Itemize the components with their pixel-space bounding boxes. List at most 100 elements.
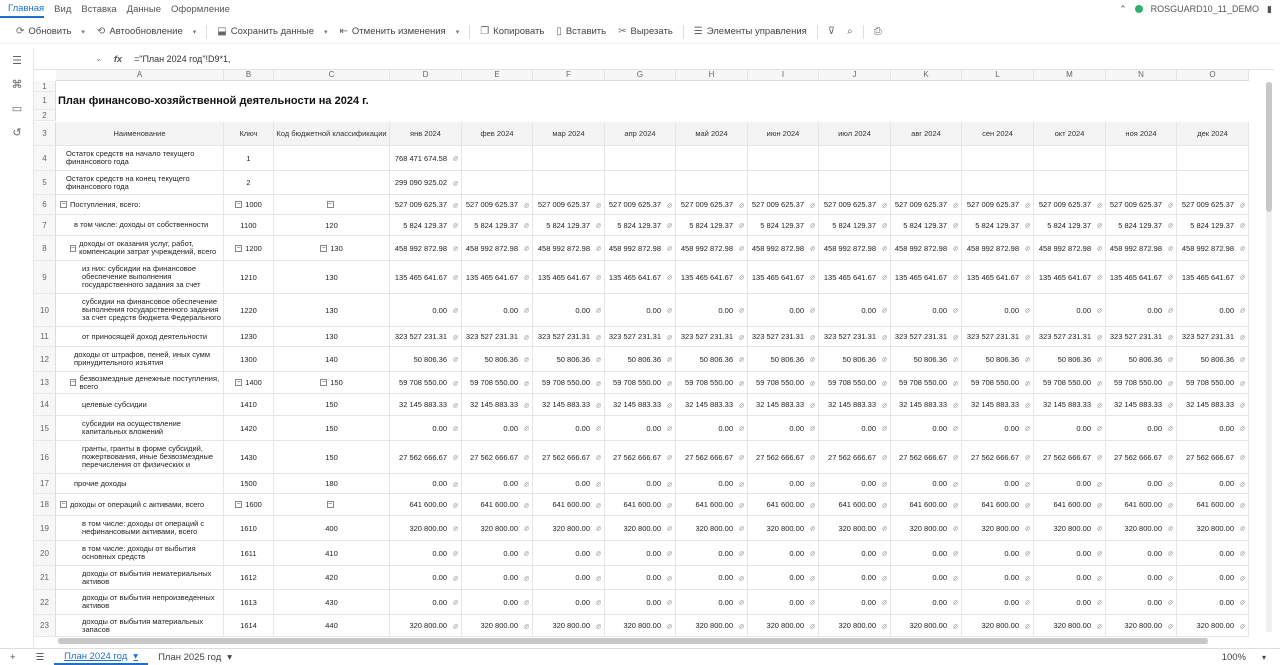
collapse-toggle-icon[interactable]: − (70, 379, 77, 386)
attachment-icon[interactable]: ⌀ (1097, 200, 1102, 209)
attachment-icon[interactable]: ⌀ (453, 549, 458, 558)
value-cell[interactable]: 641 600.00 ⌀ (462, 494, 533, 516)
value-cell[interactable]: 641 600.00 ⌀ (962, 494, 1034, 516)
value-cell[interactable]: 0.00 ⌀ (676, 566, 748, 590)
attachment-icon[interactable]: ⌀ (1240, 400, 1245, 409)
value-cell[interactable]: 5 824 129.37 ⌀ (676, 215, 748, 236)
attachment-icon[interactable]: ⌀ (1240, 573, 1245, 582)
value-cell[interactable]: 0.00 ⌀ (891, 474, 962, 494)
value-cell[interactable]: 320 800.00 ⌀ (962, 516, 1034, 541)
value-cell[interactable]: 135 465 641.67 ⌀ (676, 261, 748, 294)
value-cell[interactable]: 5 824 129.37 ⌀ (1106, 215, 1177, 236)
row-header[interactable]: 6 (34, 195, 56, 215)
value-cell[interactable]: 320 800.00 ⌀ (748, 615, 819, 637)
copy-button[interactable]: ❐ Копировать (474, 22, 550, 42)
attachment-icon[interactable]: ⌀ (953, 524, 958, 533)
attachment-icon[interactable]: ⌀ (810, 244, 815, 253)
row-header[interactable]: 9 (34, 261, 56, 294)
row-header[interactable]: 7 (34, 215, 56, 236)
attachment-icon[interactable]: ⌀ (1168, 332, 1173, 341)
value-cell[interactable]: 0.00 ⌀ (605, 566, 676, 590)
attachment-icon[interactable]: ⌀ (1168, 221, 1173, 230)
value-cell[interactable]: 527 009 625.37 ⌀ (533, 195, 605, 215)
value-cell[interactable]: 135 465 641.67 ⌀ (1177, 261, 1249, 294)
attachment-icon[interactable]: ⌀ (453, 479, 458, 488)
value-cell[interactable]: 0.00 ⌀ (462, 474, 533, 494)
attachment-icon[interactable]: ⌀ (1240, 549, 1245, 558)
value-cell[interactable]: 641 600.00 ⌀ (1177, 494, 1249, 516)
attachment-icon[interactable]: ⌀ (1097, 400, 1102, 409)
attachment-icon[interactable]: ⌀ (810, 424, 815, 433)
attachment-icon[interactable]: ⌀ (524, 221, 529, 230)
row-header[interactable]: 11 (34, 327, 56, 347)
column-header[interactable]: A (56, 70, 224, 81)
value-cell[interactable]: 0.00 ⌀ (676, 416, 748, 441)
attachment-icon[interactable]: ⌀ (596, 549, 601, 558)
value-cell[interactable]: 50 806.36 ⌀ (819, 347, 891, 372)
value-cell[interactable]: 323 527 231.31 ⌀ (1034, 327, 1106, 347)
value-cell[interactable]: 323 527 231.31 ⌀ (462, 327, 533, 347)
attachment-icon[interactable]: ⌀ (1097, 479, 1102, 488)
value-cell[interactable]: 0.00 ⌀ (891, 566, 962, 590)
attachment-icon[interactable]: ⌀ (524, 355, 529, 364)
value-cell[interactable]: 0.00 ⌀ (1034, 474, 1106, 494)
attachment-icon[interactable]: ⌀ (953, 479, 958, 488)
attachment-icon[interactable]: ⌀ (953, 598, 958, 607)
attachment-icon[interactable]: ⌀ (1097, 273, 1102, 282)
attachment-icon[interactable]: ⌀ (739, 244, 744, 253)
value-cell[interactable]: 0.00 ⌀ (748, 566, 819, 590)
column-header[interactable]: K (891, 70, 962, 81)
attachment-icon[interactable]: ⌀ (739, 549, 744, 558)
value-cell[interactable]: 323 527 231.31 ⌀ (962, 327, 1034, 347)
attachment-icon[interactable]: ⌀ (1025, 549, 1030, 558)
attachment-icon[interactable]: ⌀ (596, 244, 601, 253)
attachment-icon[interactable]: ⌀ (1097, 549, 1102, 558)
value-cell[interactable] (1106, 146, 1177, 171)
attachment-icon[interactable]: ⌀ (953, 621, 958, 630)
attachment-icon[interactable]: ⌀ (882, 424, 887, 433)
attachment-icon[interactable]: ⌀ (524, 273, 529, 282)
value-cell[interactable]: 0.00 ⌀ (1106, 590, 1177, 615)
attachment-icon[interactable]: ⌀ (953, 200, 958, 209)
value-cell[interactable]: 0.00 ⌀ (462, 590, 533, 615)
attachment-icon[interactable]: ⌀ (1097, 598, 1102, 607)
attachment-icon[interactable]: ⌀ (667, 549, 672, 558)
attachment-icon[interactable]: ⌀ (453, 621, 458, 630)
attachment-icon[interactable]: ⌀ (810, 524, 815, 533)
attachment-icon[interactable]: ⌀ (739, 400, 744, 409)
value-cell[interactable]: 0.00 ⌀ (891, 416, 962, 441)
value-cell[interactable]: 320 800.00 ⌀ (462, 516, 533, 541)
value-cell[interactable]: 50 806.36 ⌀ (1106, 347, 1177, 372)
print-button[interactable]: ⎙ (868, 22, 888, 42)
refresh-dropdown-icon[interactable]: ▾ (81, 28, 85, 36)
attachment-icon[interactable]: ⌀ (1240, 524, 1245, 533)
refresh-button[interactable]: ⟳ Обновить ▾ (10, 22, 91, 42)
attachment-icon[interactable]: ⌀ (810, 355, 815, 364)
value-cell[interactable]: 458 992 872.98 ⌀ (819, 236, 891, 261)
value-cell[interactable]: 5 824 129.37 ⌀ (819, 215, 891, 236)
value-cell[interactable]: 458 992 872.98 ⌀ (1177, 236, 1249, 261)
save-button[interactable]: ⬓ Сохранить данные ▾ (211, 22, 333, 42)
zoom-level[interactable]: 100% (1222, 652, 1246, 663)
collapse-toggle-icon[interactable]: − (235, 201, 243, 208)
attachment-icon[interactable]: ⌀ (1168, 524, 1173, 533)
value-cell[interactable]: 0.00 ⌀ (1034, 541, 1106, 566)
value-cell[interactable]: 5 824 129.37 ⌀ (748, 215, 819, 236)
attachment-icon[interactable]: ⌀ (1240, 221, 1245, 230)
row-header[interactable]: 15 (34, 416, 56, 441)
attachment-icon[interactable]: ⌀ (524, 378, 529, 387)
attachment-icon[interactable]: ⌀ (453, 573, 458, 582)
attachment-icon[interactable]: ⌀ (882, 524, 887, 533)
value-cell[interactable]: 0.00 ⌀ (1177, 416, 1249, 441)
attachment-icon[interactable]: ⌀ (810, 400, 815, 409)
value-cell[interactable]: 0.00 ⌀ (1034, 590, 1106, 615)
attachment-icon[interactable]: ⌀ (953, 400, 958, 409)
attachment-icon[interactable]: ⌀ (882, 244, 887, 253)
value-cell[interactable]: 32 145 883.33 ⌀ (605, 394, 676, 416)
attachment-icon[interactable]: ⌀ (739, 479, 744, 488)
attachment-icon[interactable]: ⌀ (1097, 573, 1102, 582)
value-cell[interactable]: 135 465 641.67 ⌀ (390, 261, 462, 294)
value-cell[interactable]: 0.00 ⌀ (1106, 566, 1177, 590)
value-cell[interactable]: 320 800.00 ⌀ (819, 615, 891, 637)
value-cell[interactable]: 641 600.00 ⌀ (605, 494, 676, 516)
